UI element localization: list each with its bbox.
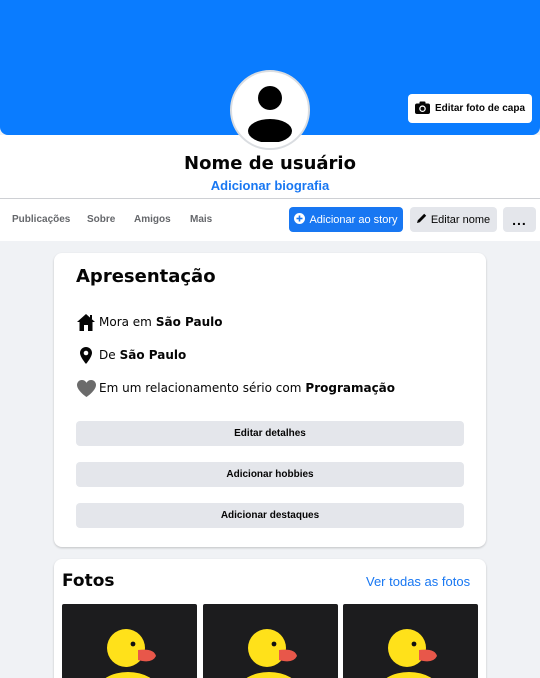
intro-card: Apresentação Mora em São Paulo De São Pa… [54, 253, 486, 547]
photo-thumbnail[interactable] [62, 604, 197, 678]
rubber-duck-icon [105, 629, 156, 678]
edit-cover-photo-button[interactable]: Editar foto de capa [408, 94, 532, 123]
photos-title: Fotos [62, 571, 115, 591]
tab-sobre[interactable]: Sobre [87, 214, 115, 225]
add-hobbies-button[interactable]: Adicionar hobbies [76, 462, 464, 487]
edit-name-button[interactable]: Editar nome [410, 207, 497, 232]
relationship-row: Em um relacionamento sério com Programaç… [76, 378, 395, 398]
tab-mais[interactable]: Mais [190, 214, 212, 225]
add-story-button[interactable]: Adicionar ao story [289, 207, 403, 232]
plus-circle-icon [294, 212, 306, 227]
rubber-duck-icon [246, 629, 297, 678]
avatar[interactable] [230, 70, 310, 150]
edit-name-label: Editar nome [430, 213, 491, 226]
header-divider [0, 198, 540, 199]
lives-in-prefix: Mora em [99, 315, 152, 329]
intro-title: Apresentação [76, 266, 216, 287]
from-row: De São Paulo [76, 345, 186, 365]
pencil-icon [416, 213, 427, 226]
photo-thumbnail[interactable] [203, 604, 338, 678]
photos-card: Fotos Ver todas as fotos [54, 559, 486, 678]
from-prefix: De [99, 348, 116, 362]
more-options-button[interactable]: ... [503, 207, 536, 232]
more-dots: ... [512, 211, 527, 228]
edit-details-button[interactable]: Editar detalhes [76, 421, 464, 446]
lives-in-value: São Paulo [155, 315, 223, 329]
rubber-duck-icon [386, 629, 437, 678]
relationship-value: Programação [305, 381, 396, 395]
tab-publicacoes[interactable]: Publicações [12, 214, 70, 225]
username: Nome de usuário [184, 153, 356, 174]
add-story-label: Adicionar ao story [309, 213, 398, 226]
location-pin-icon [76, 345, 96, 365]
see-all-photos-link[interactable]: Ver todas as fotos [366, 574, 470, 589]
camera-icon [414, 101, 430, 117]
default-avatar-icon [248, 86, 292, 142]
edit-cover-photo-label: Editar foto de capa [434, 103, 525, 114]
home-icon [76, 312, 96, 332]
add-featured-button[interactable]: Adicionar destaques [76, 503, 464, 528]
photo-thumbnail[interactable] [343, 604, 478, 678]
relationship-prefix: Em um relacionamento sério com [99, 381, 302, 395]
from-value: São Paulo [119, 348, 187, 362]
lives-in-row: Mora em São Paulo [76, 312, 223, 332]
tab-amigos[interactable]: Amigos [134, 214, 171, 225]
heart-icon [76, 378, 96, 398]
add-bio-link[interactable]: Adicionar biografia [0, 178, 540, 193]
